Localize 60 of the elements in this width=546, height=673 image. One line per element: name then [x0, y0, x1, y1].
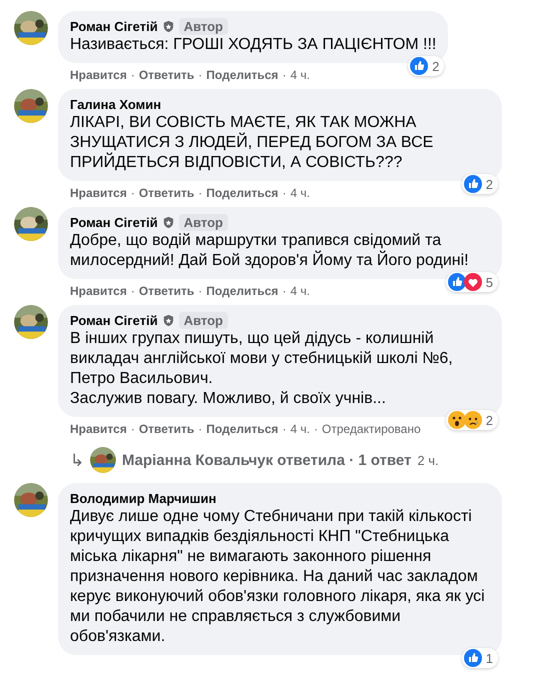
reaction-summary[interactable]: 5 — [446, 272, 498, 292]
comment-text: Добре, що водій маршрутки трапився свідомий та милосердний! Дай Бой здоров'я Йому та Його родині! — [70, 231, 470, 271]
comment-text: В інших групах пишуть, що цей дідусь - колишній викладач англійської мови у стебницькій школі №6, Петро Васильович. Заслужив повагу. Можливо, й своїх учнів... — [70, 329, 454, 409]
separator-dot: · — [282, 421, 286, 437]
timestamp: 4 ч. — [290, 283, 310, 299]
action-link[interactable]: Нравится — [70, 185, 127, 201]
crying-face-icon — [464, 411, 482, 429]
action-link[interactable]: Поделиться — [206, 185, 278, 201]
comment-text: Називається: ГРОШІ ХОДЯТЬ ЗА ПАЦІЄНТОМ !!! — [70, 35, 436, 55]
reaction-summary[interactable]: 2 — [446, 410, 498, 430]
action-link[interactable]: Ответить — [138, 185, 194, 201]
action-link[interactable]: Нравится — [70, 67, 127, 83]
reply-arrow-icon: ↳ — [70, 450, 84, 470]
replies-link[interactable]: Маріанна Ковальчук ответила · 1 ответ — [122, 452, 412, 468]
thumbs-up-icon — [448, 273, 466, 291]
author-name[interactable]: Володимир Марчишин — [70, 490, 216, 507]
separator-dot: · — [130, 283, 135, 299]
separator-dot: · — [130, 421, 135, 437]
reaction-summary[interactable]: 2 — [408, 56, 444, 76]
action-link[interactable]: Ответить — [138, 421, 194, 437]
author-name[interactable]: Роман Сігетій — [70, 18, 158, 35]
action-link[interactable]: Поделиться — [206, 67, 278, 83]
separator-dot: · — [198, 283, 202, 299]
separator-dot: · — [198, 421, 202, 437]
reaction-summary[interactable]: 2 — [462, 174, 498, 194]
reaction-summary[interactable]: 1 — [462, 648, 498, 668]
timestamp: 4 ч. — [290, 185, 310, 201]
action-link[interactable]: Поделиться — [206, 421, 278, 437]
action-link[interactable]: Нравится — [70, 421, 127, 437]
shield-icon — [162, 216, 175, 229]
separator-dot: · — [198, 185, 202, 201]
author-badge: Автор — [178, 18, 228, 35]
action-link[interactable]: Ответить — [138, 283, 194, 299]
author-badge: Автор — [178, 312, 228, 329]
timestamp: 4 ч. — [290, 67, 310, 83]
comment-text: ЛІКАРІ, ВИ СОВІСТЬ МАЄТЕ, ЯК ТАК МОЖНА ЗНУЩАТИСЯ З ЛЮДЕЙ, ПЕРЕД БОГОМ ЗА ВСЕ ПРИЙДЕТЬСЯ ВІДПОВІСТИ, А СОВІСТЬ??? — [70, 113, 434, 173]
thumbs-up-icon — [464, 649, 482, 667]
shield-icon — [162, 314, 175, 327]
author-name[interactable]: Галина Хомин — [70, 96, 162, 113]
timestamp: 2 ч. — [417, 452, 439, 468]
action-link[interactable]: Ответить — [138, 67, 194, 83]
separator-dot: · — [314, 421, 318, 437]
timestamp: Отредактировано — [322, 421, 421, 437]
separator-dot: · — [282, 67, 286, 83]
thumbs-up-icon — [410, 57, 428, 75]
action-link[interactable]: Поделиться — [206, 283, 278, 299]
separator-dot: · — [130, 185, 135, 201]
comment-text: Дивує лише одне чому Стебничани при такій кількості кричущих випадків бездіяльності КНП "Стебницька міська лікарня" не вимагають законного рішення призначення нового керівника. На даний час закладом керує виконуючий обов'язки головного лікаря, яка як усі ми побачили не справляється з службовими обов'язками. — [70, 507, 486, 647]
author-name[interactable]: Роман Сігетій — [70, 214, 158, 231]
separator-dot: · — [282, 185, 286, 201]
surprised-face-icon — [448, 411, 466, 429]
separator-dot: · — [130, 67, 135, 83]
timestamp: 4 ч. — [290, 421, 310, 437]
action-link[interactable]: Нравится — [70, 283, 127, 299]
separator-dot: · — [198, 67, 202, 83]
thumbs-up-icon — [464, 175, 482, 193]
separator-dot: · — [282, 283, 286, 299]
shield-icon — [162, 20, 175, 33]
author-badge: Автор — [178, 214, 228, 231]
author-name[interactable]: Роман Сігетій — [70, 312, 158, 329]
